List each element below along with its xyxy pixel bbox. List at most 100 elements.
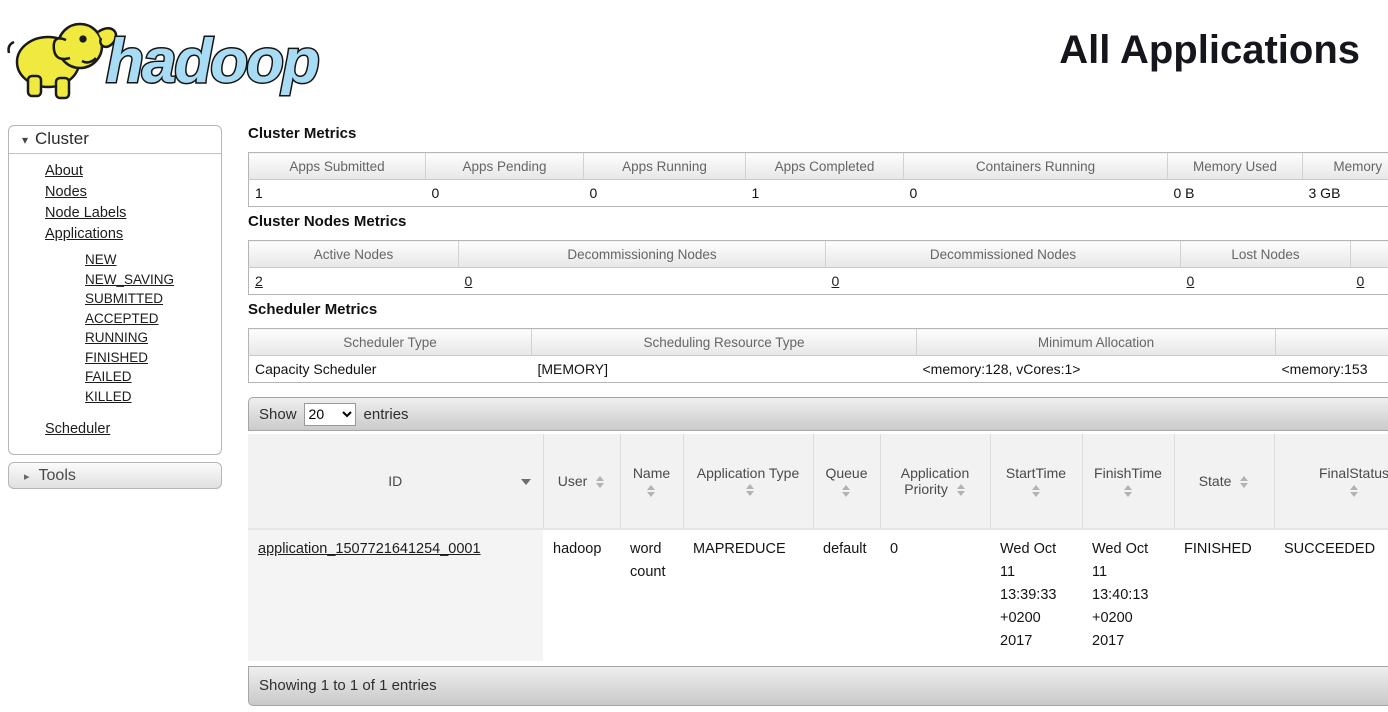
cluster-metrics-value-row: 1 0 0 1 0 0 B 3 GB xyxy=(249,180,1388,207)
column-header-id[interactable]: ID xyxy=(248,434,543,529)
sidebar-item-applications[interactable]: Applications xyxy=(45,226,123,242)
unhealthy-nodes-link[interactable]: 0 xyxy=(1357,273,1365,289)
table-info-footer: Showing 1 to 1 of 1 entries xyxy=(248,666,1388,706)
col-scheduling-resource-type: Scheduling Resource Type xyxy=(532,329,917,356)
column-header-user[interactable]: User xyxy=(543,434,620,529)
applications-header-row: ID User Name Application Type Queue Appl… xyxy=(248,434,1388,529)
sort-both-icon xyxy=(746,484,755,496)
active-nodes-link[interactable]: 2 xyxy=(255,273,263,289)
decommissioning-nodes-link[interactable]: 0 xyxy=(465,273,473,289)
column-header-starttime[interactable]: StartTime xyxy=(990,434,1082,529)
sidebar-item-node-labels[interactable]: Node Labels xyxy=(45,205,126,221)
application-state: FINISHED xyxy=(1174,529,1274,661)
sort-both-icon xyxy=(596,476,605,488)
cluster-nodes-header-row: Active Nodes Decommissioning Nodes Decom… xyxy=(249,241,1388,268)
cluster-metrics-header-row: Apps Submitted Apps Pending Apps Running… xyxy=(249,153,1388,180)
col-apps-completed: Apps Completed xyxy=(746,153,904,180)
sort-both-icon xyxy=(842,485,851,497)
col-active-nodes: Active Nodes xyxy=(249,241,459,268)
sort-both-icon xyxy=(1032,485,1041,497)
column-header-application-priority[interactable]: Application Priority xyxy=(880,434,990,529)
cluster-metrics-heading: Cluster Metrics xyxy=(248,125,1388,142)
applications-table: ID User Name Application Type Queue Appl… xyxy=(248,434,1388,661)
apps-running-value: 0 xyxy=(584,180,746,207)
column-header-finishtime[interactable]: FinishTime xyxy=(1082,434,1174,529)
scheduler-metrics-table: Scheduler Type Scheduling Resource Type … xyxy=(248,328,1388,383)
sort-both-icon xyxy=(1240,476,1249,488)
application-starttime: Wed Oct 11 13:39:33 +0200 2017 xyxy=(990,529,1082,661)
sidebar-section-tools[interactable]: ▸Tools xyxy=(8,462,222,489)
col-containers-running: Containers Running xyxy=(904,153,1168,180)
memory-used-value: 0 B xyxy=(1168,180,1303,207)
cluster-nodes-metrics-table: Active Nodes Decommissioning Nodes Decom… xyxy=(248,240,1388,295)
sidebar-item-about[interactable]: About xyxy=(45,163,83,179)
scheduler-metrics-heading: Scheduler Metrics xyxy=(248,301,1388,318)
hadoop-elephant-icon xyxy=(9,24,116,98)
apps-completed-value: 1 xyxy=(746,180,904,207)
col-decommissioned-nodes: Decommissioned Nodes xyxy=(826,241,1181,268)
application-finishtime: Wed Oct 11 13:40:13 +0200 2017 xyxy=(1082,529,1174,661)
col-scheduler-type: Scheduler Type xyxy=(249,329,532,356)
page-title: All Applications xyxy=(1059,28,1360,73)
apps-pending-value: 0 xyxy=(426,180,584,207)
sidebar-item-new[interactable]: NEW xyxy=(85,252,117,267)
application-finalstatus: SUCCEEDED xyxy=(1274,529,1388,661)
sort-both-icon xyxy=(957,484,966,496)
col-unlabeled xyxy=(1351,241,1388,268)
col-memory-used: Memory Used xyxy=(1168,153,1303,180)
application-id-link[interactable]: application_1507721641254_0001 xyxy=(258,541,481,557)
application-name: word count xyxy=(620,529,683,661)
col-minimum-allocation: Minimum Allocation xyxy=(917,329,1276,356)
cluster-links: About Nodes Node Labels Applications xyxy=(9,161,221,245)
scheduler-metrics-header-row: Scheduler Type Scheduling Resource Type … xyxy=(249,329,1388,356)
scheduler-metrics-value-row: Capacity Scheduler [MEMORY] <memory:128,… xyxy=(249,356,1388,383)
scheduler-type-value: Capacity Scheduler xyxy=(249,356,532,383)
lost-nodes-link[interactable]: 0 xyxy=(1187,273,1195,289)
application-user: hadoop xyxy=(543,529,620,661)
column-header-state[interactable]: State xyxy=(1174,434,1274,529)
entries-label: entries xyxy=(364,406,409,423)
cluster-nodes-metrics-heading: Cluster Nodes Metrics xyxy=(248,213,1388,230)
application-type: MAPREDUCE xyxy=(683,529,813,661)
apps-submitted-value: 1 xyxy=(249,180,426,207)
scheduling-resource-type-value: [MEMORY] xyxy=(532,356,917,383)
chevron-down-icon: ▾ xyxy=(22,133,28,147)
sidebar-item-running[interactable]: RUNNING xyxy=(85,330,148,345)
hadoop-logo-word: hadoop xyxy=(106,27,318,96)
sidebar-item-failed[interactable]: FAILED xyxy=(85,369,132,384)
memory-total-value: 3 GB xyxy=(1303,180,1388,207)
sort-both-icon xyxy=(1124,485,1133,497)
column-header-queue[interactable]: Queue xyxy=(813,434,880,529)
sidebar-item-scheduler[interactable]: Scheduler xyxy=(45,421,110,437)
application-state-links: NEW NEW_SAVING SUBMITTED ACCEPTED RUNNIN… xyxy=(9,250,221,406)
hadoop-logo-graphic: hadoop xyxy=(6,6,378,106)
sidebar-item-nodes[interactable]: Nodes xyxy=(45,184,87,200)
cluster-section-label: Cluster xyxy=(35,129,89,148)
sidebar-item-finished[interactable]: FINISHED xyxy=(85,350,148,365)
column-header-finalstatus[interactable]: FinalStatus xyxy=(1274,434,1388,529)
sort-both-icon xyxy=(1350,485,1359,497)
col-maximum-allocation xyxy=(1276,329,1388,356)
cluster-nav-box: ▾ Cluster About Nodes Node Labels Applica… xyxy=(8,125,222,455)
col-apps-submitted: Apps Submitted xyxy=(249,153,426,180)
sidebar-item-killed[interactable]: KILLED xyxy=(85,389,132,404)
table-length-toolbar: Show 20 entries xyxy=(248,397,1388,431)
sidebar-item-new-saving[interactable]: NEW_SAVING xyxy=(85,272,174,287)
col-apps-pending: Apps Pending xyxy=(426,153,584,180)
sidebar-item-submitted[interactable]: SUBMITTED xyxy=(85,291,163,306)
col-decommissioning-nodes: Decommissioning Nodes xyxy=(459,241,826,268)
column-header-name[interactable]: Name xyxy=(620,434,683,529)
cluster-nodes-value-row: 2 0 0 0 0 xyxy=(249,268,1388,295)
sidebar-section-cluster[interactable]: ▾ Cluster xyxy=(9,126,221,154)
column-header-application-type[interactable]: Application Type xyxy=(683,434,813,529)
sidebar-item-accepted[interactable]: ACCEPTED xyxy=(85,311,159,326)
chevron-right-icon: ▸ xyxy=(24,471,30,483)
page-size-select[interactable]: 20 xyxy=(304,403,356,426)
show-label: Show xyxy=(259,406,297,423)
col-apps-running: Apps Running xyxy=(584,153,746,180)
application-row: application_1507721641254_0001 hadoop wo… xyxy=(248,529,1388,661)
minimum-allocation-value: <memory:128, vCores:1> xyxy=(917,356,1276,383)
application-queue: default xyxy=(813,529,880,661)
decommissioned-nodes-link[interactable]: 0 xyxy=(832,273,840,289)
sidebar: ▾ Cluster About Nodes Node Labels Applica… xyxy=(8,125,222,489)
